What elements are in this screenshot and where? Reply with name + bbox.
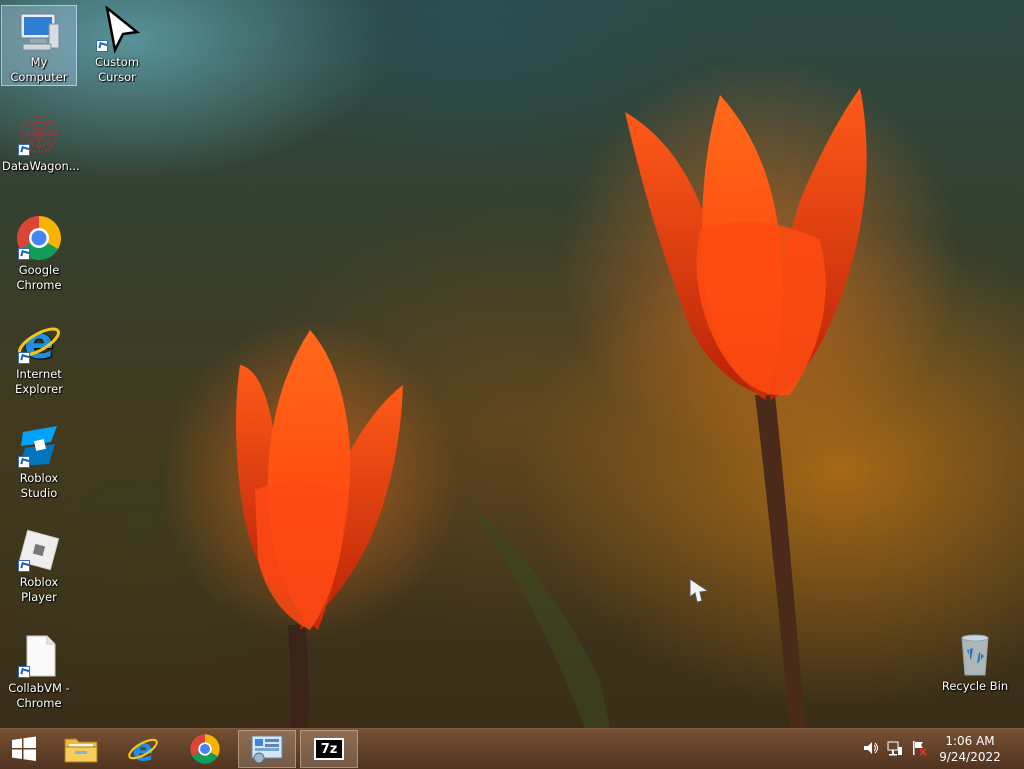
computer-icon (15, 6, 63, 54)
start-button[interactable] (0, 730, 48, 768)
shortcut-arrow-icon (18, 666, 30, 678)
desktop-icon-label: Roblox Player (19, 575, 59, 604)
shortcut-arrow-icon (18, 144, 30, 156)
desktop-icon-label: Google Chrome (16, 263, 62, 292)
file-explorer-icon (64, 738, 98, 763)
taskbar-internet-explorer[interactable]: e (114, 730, 172, 768)
desktop-icon-label: DataWagon... (2, 159, 80, 173)
taskbar-7zip[interactable]: 7z (300, 730, 358, 768)
wallpaper-tulips (160, 60, 960, 728)
mouse-pointer-icon (689, 578, 710, 603)
desktop-icon-my-computer[interactable]: My Computer (1, 5, 77, 86)
shortcut-arrow-icon (96, 40, 108, 52)
clock-time: 1:06 AM (945, 734, 995, 748)
chrome-icon (15, 214, 63, 262)
control-panel-icon (251, 735, 283, 764)
volume-icon[interactable] (862, 739, 880, 757)
7zip-icon: 7z (314, 738, 344, 760)
shortcut-arrow-icon (18, 560, 30, 572)
system-tray (862, 739, 928, 757)
desktop-icon-label: My Computer (10, 55, 68, 84)
desktop-icon-label: CollabVM - Chrome (8, 681, 70, 710)
desktop-icon-label: Internet Explorer (15, 367, 63, 396)
roblox-studio-icon (15, 422, 63, 470)
taskbar-clock[interactable]: 1:06 AM 9/24/2022 (930, 733, 1010, 765)
chrome-icon (190, 734, 220, 764)
internet-explorer-icon: e (128, 732, 158, 766)
internet-explorer-icon: e (15, 318, 63, 369)
desktop-icon-label: Recycle Bin (941, 679, 1009, 693)
blank-document-icon (15, 632, 63, 680)
taskbar-file-explorer[interactable] (52, 730, 110, 768)
desktop-icon-label: Roblox Studio (19, 471, 59, 500)
desktop-icon-collabvm-chrome[interactable]: CollabVM - Chrome (2, 632, 76, 711)
cursor-arrow-icon (93, 4, 141, 54)
datawagon-icon (15, 110, 63, 158)
desktop-background: My Computer Custom Cursor DataWagon... G… (0, 0, 1024, 728)
svg-text:e: e (132, 732, 153, 766)
taskbar-chrome[interactable] (176, 730, 234, 768)
taskbar: e 7z 1:06 AM 9/24/2022 (0, 728, 1024, 769)
desktop-icon-internet-explorer[interactable]: e Internet Explorer (2, 318, 76, 397)
shortcut-arrow-icon (18, 456, 30, 468)
7zip-icon-text: 7z (320, 741, 338, 757)
desktop-icon-label: Custom Cursor (94, 55, 140, 84)
taskbar-control-panel[interactable] (238, 730, 296, 768)
desktop-icon-roblox-player[interactable]: Roblox Player (2, 526, 76, 605)
desktop-icon-google-chrome[interactable]: Google Chrome (2, 214, 76, 293)
network-icon[interactable] (886, 739, 904, 757)
windows-logo-icon (12, 736, 36, 761)
action-center-flag-icon[interactable] (910, 739, 928, 757)
shortcut-arrow-icon (18, 352, 30, 364)
clock-date: 9/24/2022 (939, 750, 1001, 764)
roblox-player-icon (15, 526, 63, 574)
desktop-icon-custom-cursor[interactable]: Custom Cursor (80, 4, 154, 85)
desktop-icon-roblox-studio[interactable]: Roblox Studio (2, 422, 76, 501)
desktop-icon-datawagon[interactable]: DataWagon... (2, 110, 80, 174)
recycle-bin-icon (951, 630, 999, 678)
desktop-icon-recycle-bin[interactable]: Recycle Bin (938, 630, 1012, 694)
shortcut-arrow-icon (18, 248, 30, 260)
